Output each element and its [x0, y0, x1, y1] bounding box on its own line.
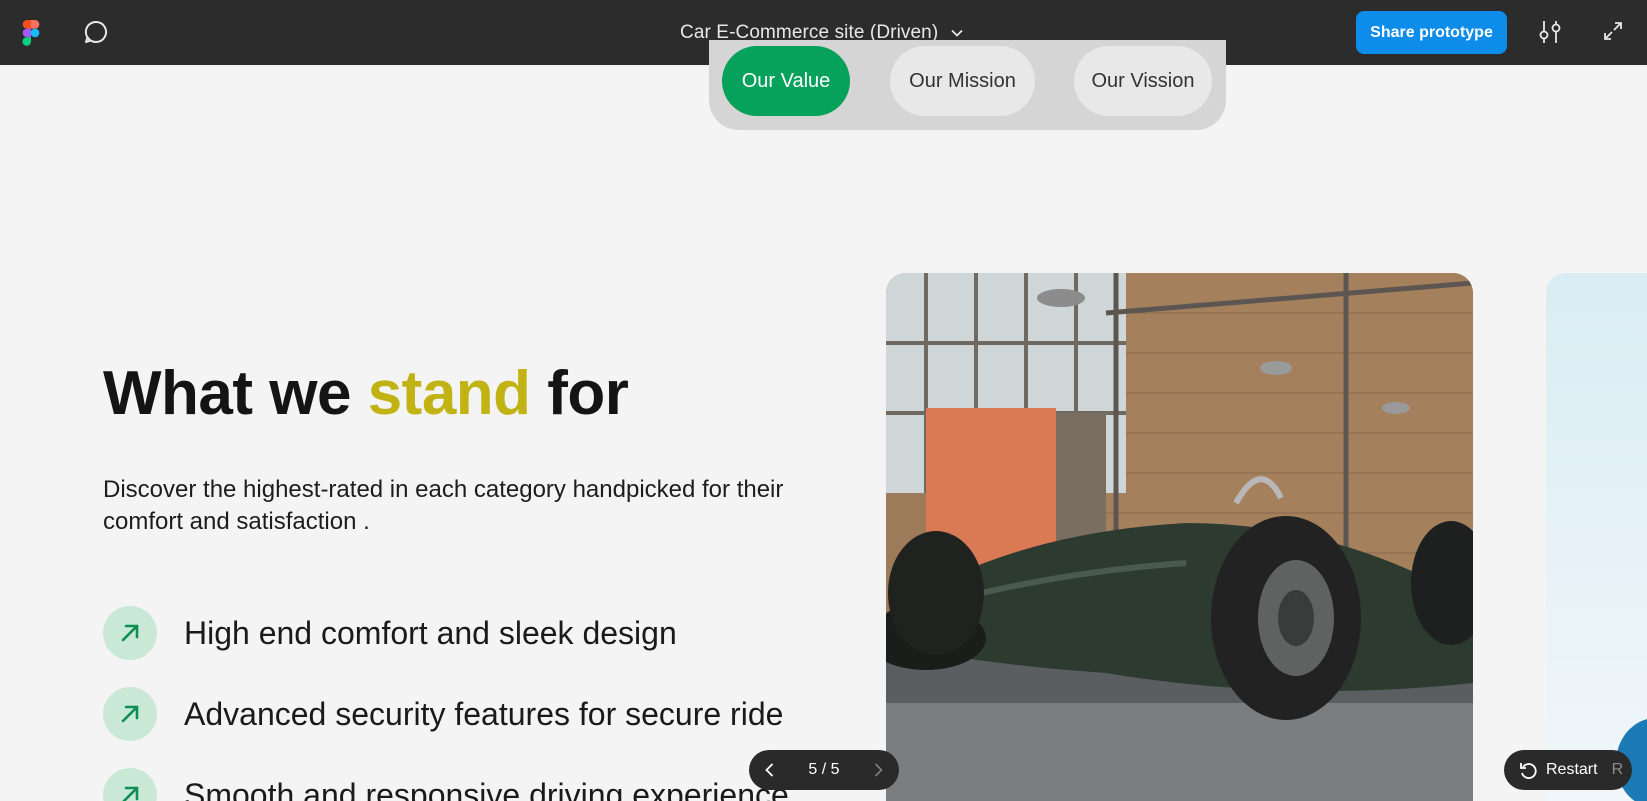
- next-slide-icon[interactable]: [869, 761, 887, 779]
- feature-item: Advanced security features for secure ri…: [103, 687, 783, 741]
- arrow-up-right-icon: [103, 687, 157, 741]
- restart-icon: [1520, 763, 1537, 779]
- arrow-up-right-icon: [103, 606, 157, 660]
- heading-suffix: for: [530, 359, 629, 428]
- feature-item: High end comfort and sleek design: [103, 606, 677, 660]
- chevron-down-icon: [951, 29, 963, 37]
- feature-item: Smooth and responsive driving experience: [103, 768, 789, 801]
- slide-pager: 5 / 5: [749, 750, 899, 790]
- feature-text: Smooth and responsive driving experience: [184, 776, 789, 801]
- next-card-image: [1546, 273, 1647, 801]
- fullscreen-expand-icon[interactable]: [1602, 20, 1624, 42]
- comment-icon[interactable]: [83, 19, 109, 45]
- previous-slide-icon[interactable]: [761, 761, 779, 779]
- tab-our-mission[interactable]: Our Mission: [890, 46, 1035, 116]
- arrow-up-right-icon: [103, 768, 157, 801]
- tab-our-value[interactable]: Our Value: [722, 46, 850, 116]
- heading-prefix: What we: [103, 359, 368, 428]
- share-prototype-button[interactable]: Share prototype: [1356, 11, 1507, 54]
- restart-shortcut-key: R: [1611, 761, 1624, 778]
- slide-counter: 5 / 5: [808, 761, 840, 778]
- section-heading: What we stand for: [103, 358, 629, 429]
- race-car-garage-image: [886, 273, 1473, 801]
- tab-our-vision[interactable]: Our Vission: [1074, 46, 1212, 116]
- figma-logo-icon[interactable]: [22, 20, 40, 46]
- feature-text: High end comfort and sleek design: [184, 614, 677, 651]
- settings-sliders-icon[interactable]: [1538, 19, 1562, 45]
- feature-text: Advanced security features for secure ri…: [184, 695, 784, 732]
- restart-button[interactable]: Restart R: [1504, 750, 1632, 790]
- section-description: Discover the highest-rated in each categ…: [103, 476, 784, 535]
- heading-accent: stand: [367, 359, 531, 428]
- restart-label: Restart: [1546, 761, 1598, 778]
